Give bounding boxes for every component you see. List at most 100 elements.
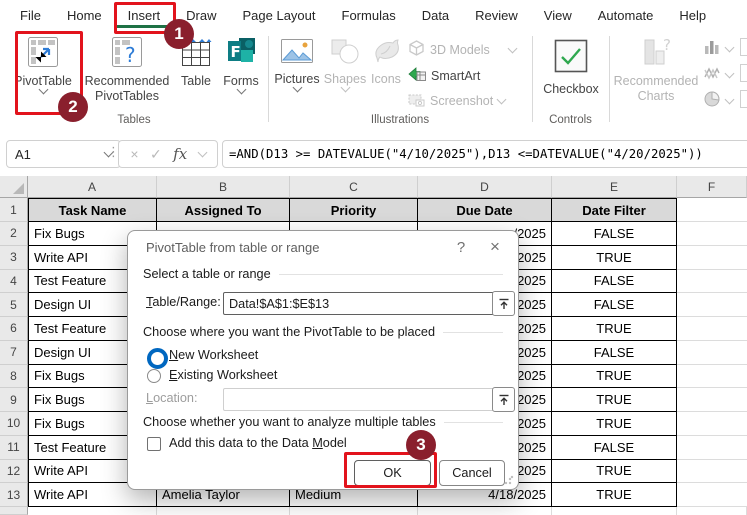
date-filter-cell[interactable]: FALSE — [552, 340, 677, 365]
date-filter-cell[interactable]: TRUE — [552, 483, 677, 507]
new-worksheet-radio[interactable] — [147, 348, 168, 369]
date-filter-cell[interactable]: TRUE — [552, 412, 677, 436]
row-header-10[interactable]: 10 — [0, 412, 28, 436]
date-filter-cell[interactable]: TRUE — [552, 388, 677, 412]
chevron-down-icon[interactable] — [724, 42, 735, 52]
cancel-button[interactable]: Cancel — [439, 460, 505, 486]
checkbox-control-button[interactable]: Checkbox — [538, 36, 604, 97]
row-header-6[interactable]: 6 — [0, 317, 28, 341]
date-filter-cell[interactable]: FALSE — [552, 222, 677, 246]
empty-cell[interactable] — [157, 507, 290, 515]
column-chart-button[interactable] — [703, 38, 735, 59]
forms-button[interactable]: F Forms — [218, 36, 264, 95]
tab-home[interactable]: Home — [55, 2, 114, 28]
tab-review[interactable]: Review — [463, 2, 530, 28]
empty-cell[interactable] — [418, 507, 552, 515]
resize-grip[interactable] — [504, 475, 514, 485]
tab-view[interactable]: View — [532, 2, 584, 28]
row-header-11[interactable]: 11 — [0, 435, 28, 460]
icons-icon — [371, 36, 401, 69]
row-header-13[interactable]: 13 — [0, 483, 28, 507]
tab-formulas[interactable]: Formulas — [330, 2, 408, 28]
row-header-7[interactable]: 7 — [0, 340, 28, 365]
column-header-D[interactable]: D — [418, 176, 552, 198]
column-header-A[interactable]: A — [28, 176, 157, 198]
header-cell[interactable]: Priority — [290, 198, 418, 222]
smartart-button[interactable]: SmartArt — [408, 66, 480, 85]
empty-cell[interactable] — [677, 507, 747, 515]
empty-cell[interactable] — [290, 507, 418, 515]
existing-worksheet-radio[interactable] — [147, 369, 161, 383]
row-header-5[interactable]: 5 — [0, 293, 28, 317]
formula-text: =AND(D13 >= DATEVALUE("4/10/2025"),D13 <… — [229, 147, 703, 161]
date-filter-cell[interactable]: FALSE — [552, 269, 677, 294]
tab-page-layout[interactable]: Page Layout — [231, 2, 328, 28]
row-header-3[interactable]: 3 — [0, 245, 28, 270]
empty-cell[interactable] — [677, 364, 747, 389]
dialog-close-icon[interactable]: × — [484, 237, 506, 256]
empty-cell[interactable] — [677, 317, 747, 341]
column-header-E[interactable]: E — [552, 176, 677, 198]
tab-data[interactable]: Data — [410, 2, 461, 28]
formula-input[interactable]: =AND(D13 >= DATEVALUE("4/10/2025"),D13 <… — [222, 140, 747, 168]
row-header-12[interactable]: 12 — [0, 459, 28, 484]
recommended-pivottables-button[interactable]: ? Recommended PivotTables — [84, 36, 170, 103]
empty-cell[interactable] — [28, 507, 157, 515]
row-header-9[interactable]: 9 — [0, 388, 28, 412]
chevron-down-icon[interactable] — [197, 147, 208, 158]
select-all-corner[interactable] — [0, 176, 28, 198]
step-badge-1: 1 — [164, 19, 194, 49]
dialog-help-icon[interactable]: ? — [450, 238, 472, 256]
empty-cell[interactable] — [677, 388, 747, 412]
empty-cell[interactable] — [677, 222, 747, 246]
chevron-down-icon[interactable] — [724, 68, 735, 78]
3d-models-icon — [408, 40, 425, 60]
pictures-button[interactable]: Pictures — [272, 36, 322, 93]
enter-entry-icon[interactable]: ✓ — [150, 146, 162, 163]
empty-cell[interactable] — [677, 293, 747, 317]
date-filter-cell[interactable]: TRUE — [552, 364, 677, 389]
scatter-chart-button[interactable] — [703, 64, 735, 85]
header-cell[interactable]: Due Date — [418, 198, 552, 222]
tab-help[interactable]: Help — [667, 2, 718, 28]
checkbox-icon — [551, 36, 591, 79]
date-filter-cell[interactable]: FALSE — [552, 293, 677, 317]
empty-cell[interactable] — [677, 269, 747, 294]
header-cell[interactable]: Task Name — [28, 198, 157, 222]
column-header-C[interactable]: C — [290, 176, 418, 198]
empty-cell[interactable] — [677, 198, 747, 222]
row-header-8[interactable]: 8 — [0, 364, 28, 389]
empty-cell[interactable] — [677, 483, 747, 507]
empty-cell[interactable] — [677, 340, 747, 365]
data-model-checkbox[interactable] — [147, 437, 161, 451]
column-header-F[interactable]: F — [677, 176, 747, 198]
row-header-1[interactable]: 1 — [0, 198, 28, 222]
header-cell[interactable]: Date Filter — [552, 198, 677, 222]
row-header-4[interactable]: 4 — [0, 269, 28, 294]
header-cell[interactable]: Assigned To — [157, 198, 290, 222]
cancel-entry-icon[interactable]: × — [130, 146, 138, 162]
name-box[interactable]: A1 — [6, 140, 121, 168]
empty-cell[interactable] — [552, 507, 677, 515]
insert-function-icon[interactable]: fx — [173, 145, 187, 163]
table-range-input[interactable]: Data!$A$1:$E$13 — [223, 292, 496, 315]
range-selector-button[interactable] — [492, 291, 515, 316]
tab-automate[interactable]: Automate — [586, 2, 666, 28]
pie-chart-button[interactable] — [703, 90, 735, 111]
empty-cell[interactable] — [677, 435, 747, 460]
column-header-B[interactable]: B — [157, 176, 290, 198]
chevron-down-icon[interactable] — [724, 94, 735, 104]
date-filter-cell[interactable]: FALSE — [552, 435, 677, 460]
date-filter-cell[interactable]: TRUE — [552, 459, 677, 484]
group-separator — [532, 36, 533, 122]
empty-cell[interactable] — [677, 245, 747, 270]
smartart-label: SmartArt — [431, 68, 481, 83]
row-header-2[interactable]: 2 — [0, 222, 28, 246]
date-filter-cell[interactable]: TRUE — [552, 245, 677, 270]
location-range-selector-button[interactable] — [492, 387, 515, 412]
tab-file[interactable]: File — [8, 2, 53, 28]
date-filter-cell[interactable]: TRUE — [552, 317, 677, 341]
empty-cell[interactable] — [677, 412, 747, 436]
empty-cell[interactable] — [677, 459, 747, 484]
row-header-14[interactable] — [0, 507, 28, 515]
